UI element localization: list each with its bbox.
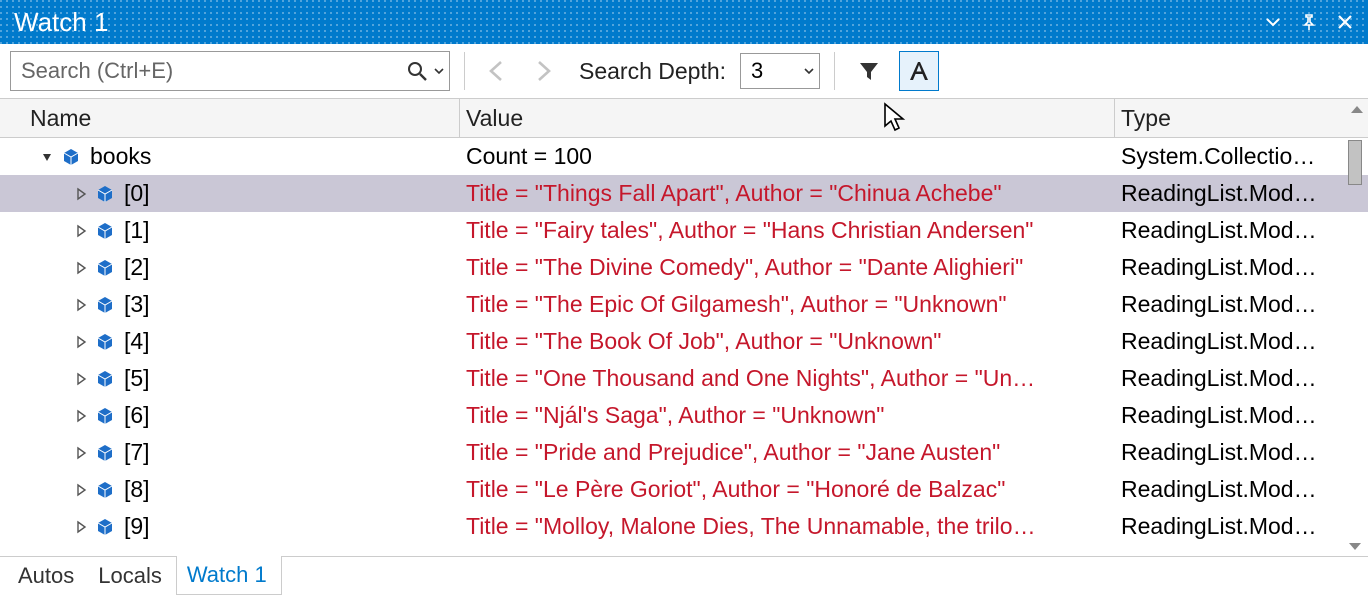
row-type: ReadingList.Mod…	[1115, 360, 1368, 397]
expander-icon[interactable]	[72, 409, 90, 423]
watch-row[interactable]: [7] Title = "Pride and Prejudice", Author…	[0, 434, 1368, 471]
row-name: [1]	[124, 217, 150, 244]
row-value: Title = "Le Père Goriot", Author = "Hono…	[460, 471, 1115, 508]
search-depth-select[interactable]: 3	[740, 53, 820, 89]
nav-back-button[interactable]	[479, 53, 515, 89]
expander-icon[interactable]	[72, 224, 90, 238]
search-depth-value: 3	[751, 58, 763, 84]
row-value: Title = "The Book Of Job", Author = "Unk…	[460, 323, 1115, 360]
object-icon	[94, 368, 116, 390]
window-title: Watch 1	[14, 7, 108, 38]
row-name: [6]	[124, 402, 150, 429]
toolbar-separator	[464, 52, 465, 90]
search-input[interactable]	[11, 52, 402, 90]
filter-button[interactable]	[849, 51, 889, 91]
row-type: ReadingList.Mod…	[1115, 323, 1368, 360]
chevron-down-icon	[803, 65, 815, 77]
nav-forward-button[interactable]	[525, 53, 561, 89]
row-name: [9]	[124, 513, 150, 540]
row-value: Title = "Molloy, Malone Dies, The Unnama…	[460, 508, 1115, 545]
row-name: [5]	[124, 365, 150, 392]
watch-row-root[interactable]: books Count = 100System.Collectio…	[0, 138, 1368, 175]
row-value: Title = "Pride and Prejudice", Author = …	[460, 434, 1115, 471]
row-type: ReadingList.Mod…	[1115, 175, 1368, 212]
watch-row[interactable]: [4] Title = "The Book Of Job", Author = "…	[0, 323, 1368, 360]
search-dropdown-icon[interactable]	[432, 65, 449, 77]
row-name: [8]	[124, 476, 150, 503]
object-icon	[94, 183, 116, 205]
row-type: System.Collectio…	[1115, 138, 1368, 175]
watch-row[interactable]: [1] Title = "Fairy tales", Author = "Hans…	[0, 212, 1368, 249]
column-header-type[interactable]: Type	[1115, 99, 1368, 137]
column-headers: Name Value Type	[0, 98, 1368, 138]
watch-row[interactable]: [9] Title = "Molloy, Malone Dies, The Unn…	[0, 508, 1368, 545]
footer-tab[interactable]: Watch 1	[176, 556, 282, 595]
toolbar-separator	[834, 52, 835, 90]
expander-icon[interactable]	[72, 372, 90, 386]
column-header-name[interactable]: Name	[0, 99, 460, 137]
row-type: ReadingList.Mod…	[1115, 286, 1368, 323]
object-icon	[94, 257, 116, 279]
watch-row[interactable]: [5] Title = "One Thousand and One Nights"…	[0, 360, 1368, 397]
row-name: [0]	[124, 180, 150, 207]
window-menu-button[interactable]	[1258, 7, 1288, 37]
expander-icon[interactable]	[72, 335, 90, 349]
text-visualizer-button[interactable]	[899, 51, 939, 91]
footer-tabs: AutosLocalsWatch 1	[0, 556, 1368, 598]
close-button[interactable]	[1330, 7, 1360, 37]
row-value: Title = "Fairy tales", Author = "Hans Ch…	[460, 212, 1115, 249]
search-box[interactable]	[10, 51, 450, 91]
search-icon[interactable]	[402, 60, 432, 82]
row-type: ReadingList.Mod…	[1115, 249, 1368, 286]
scroll-down-icon[interactable]	[1346, 538, 1364, 556]
expander-icon[interactable]	[38, 150, 56, 164]
row-name: [7]	[124, 439, 150, 466]
expander-icon[interactable]	[72, 261, 90, 275]
row-value: Title = "The Epic Of Gilgamesh", Author …	[460, 286, 1115, 323]
watch-row[interactable]: [2] Title = "The Divine Comedy", Author =…	[0, 249, 1368, 286]
row-type: ReadingList.Mod…	[1115, 471, 1368, 508]
row-value: Title = "Things Fall Apart", Author = "C…	[460, 175, 1115, 212]
toolbar: Search Depth: 3	[0, 44, 1368, 98]
expander-icon[interactable]	[72, 520, 90, 534]
object-icon	[94, 442, 116, 464]
object-icon	[94, 294, 116, 316]
object-icon	[94, 220, 116, 242]
row-value: Count = 100	[460, 138, 1115, 175]
expander-icon[interactable]	[72, 483, 90, 497]
object-icon	[94, 405, 116, 427]
footer-tab[interactable]: Autos	[8, 557, 88, 595]
object-icon	[94, 331, 116, 353]
watch-grid: books Count = 100System.Collectio… [0] Titl…	[0, 138, 1368, 556]
footer-tab[interactable]: Locals	[88, 557, 176, 595]
watch-row[interactable]: [0] Title = "Things Fall Apart", Author =…	[0, 175, 1368, 212]
watch-row[interactable]: [3] Title = "The Epic Of Gilgamesh", Auth…	[0, 286, 1368, 323]
row-value: Title = "The Divine Comedy", Author = "D…	[460, 249, 1115, 286]
expander-icon[interactable]	[72, 446, 90, 460]
watch-row[interactable]: [8] Title = "Le Père Goriot", Author = "H…	[0, 471, 1368, 508]
object-icon	[94, 479, 116, 501]
row-name: [2]	[124, 254, 150, 281]
object-icon	[94, 516, 116, 538]
title-bar: Watch 1	[0, 0, 1368, 44]
row-name: books	[90, 143, 151, 170]
row-type: ReadingList.Mod…	[1115, 212, 1368, 249]
expander-icon[interactable]	[72, 298, 90, 312]
pin-button[interactable]	[1294, 7, 1324, 37]
expander-icon[interactable]	[72, 187, 90, 201]
row-value: Title = "Njál's Saga", Author = "Unknown…	[460, 397, 1115, 434]
search-depth-label: Search Depth:	[571, 58, 730, 85]
row-name: [4]	[124, 328, 150, 355]
row-type: ReadingList.Mod…	[1115, 397, 1368, 434]
row-value: Title = "One Thousand and One Nights", A…	[460, 360, 1115, 397]
watch-row[interactable]: [6] Title = "Njál's Saga", Author = "Unkn…	[0, 397, 1368, 434]
vertical-scrollbar[interactable]	[1344, 138, 1366, 556]
row-type: ReadingList.Mod…	[1115, 508, 1368, 545]
row-name: [3]	[124, 291, 150, 318]
column-header-value[interactable]: Value	[460, 99, 1115, 137]
scroll-up-icon[interactable]	[1348, 101, 1366, 119]
object-icon	[60, 146, 82, 168]
scrollbar-thumb[interactable]	[1348, 140, 1362, 185]
row-type: ReadingList.Mod…	[1115, 434, 1368, 471]
